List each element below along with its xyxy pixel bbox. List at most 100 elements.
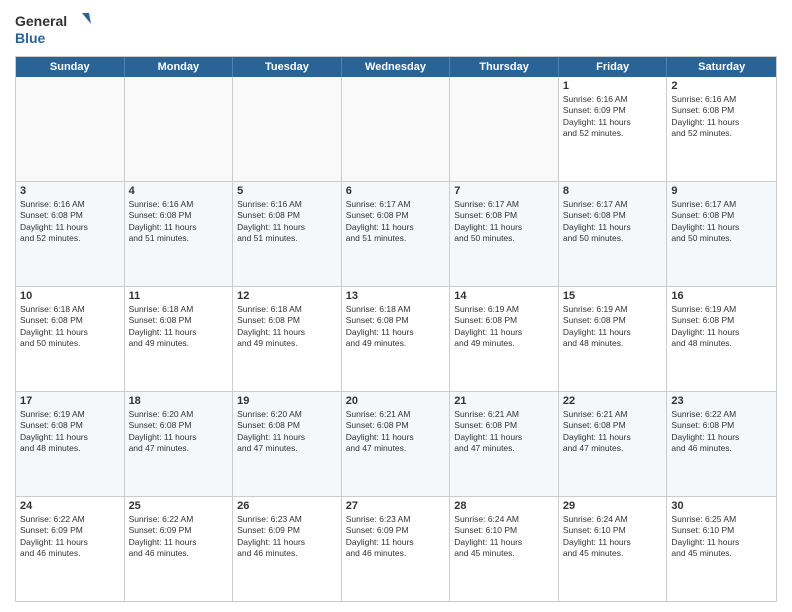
- calendar-cell: 4 Sunrise: 6:16 AM Sunset: 6:08 PM Daylig…: [125, 182, 234, 286]
- calendar-body: 1 Sunrise: 6:16 AM Sunset: 6:09 PM Daylig…: [16, 77, 776, 601]
- week-row-1: 1 Sunrise: 6:16 AM Sunset: 6:09 PM Daylig…: [16, 77, 776, 182]
- day-number: 1: [563, 80, 663, 92]
- day-number: 21: [454, 395, 554, 407]
- svg-text:General: General: [15, 13, 67, 29]
- day-info: Sunrise: 6:17 AM Sunset: 6:08 PM Dayligh…: [671, 199, 772, 245]
- logo-svg: General Blue: [15, 10, 95, 50]
- week-row-3: 10 Sunrise: 6:18 AM Sunset: 6:08 PM Dayli…: [16, 287, 776, 392]
- calendar-cell: 27Sunrise: 6:23 AM Sunset: 6:09 PM Dayli…: [342, 497, 451, 601]
- header-friday: Friday: [559, 57, 668, 77]
- calendar-cell: 29 Sunrise: 6:24 AM Sunset: 6:10 PM Dayli…: [559, 497, 668, 601]
- day-number: 9: [671, 185, 772, 197]
- day-info: Sunrise: 6:16 AM Sunset: 6:08 PM Dayligh…: [237, 199, 337, 245]
- calendar-cell: 22 Sunrise: 6:21 AM Sunset: 6:08 PM Dayli…: [559, 392, 668, 496]
- day-number: 2: [671, 80, 772, 92]
- day-info: Sunrise: 6:22 AM Sunset: 6:08 PM Dayligh…: [671, 409, 772, 455]
- day-number: 6: [346, 185, 446, 197]
- day-number: 5: [237, 185, 337, 197]
- day-number: 20: [346, 395, 446, 407]
- day-info: Sunrise: 6:23 AM Sunset: 6:09 PM Dayligh…: [346, 514, 446, 560]
- calendar-cell: 18Sunrise: 6:20 AM Sunset: 6:08 PM Dayli…: [125, 392, 234, 496]
- day-info: Sunrise: 6:16 AM Sunset: 6:09 PM Dayligh…: [563, 94, 663, 140]
- calendar-cell: 17Sunrise: 6:19 AM Sunset: 6:08 PM Dayli…: [16, 392, 125, 496]
- day-info: Sunrise: 6:20 AM Sunset: 6:08 PM Dayligh…: [237, 409, 337, 455]
- calendar-cell: 24 Sunrise: 6:22 AM Sunset: 6:09 PM Dayli…: [16, 497, 125, 601]
- day-number: 3: [20, 185, 120, 197]
- page: General Blue SundayMondayTuesdayWednesda…: [0, 0, 792, 612]
- day-info: Sunrise: 6:17 AM Sunset: 6:08 PM Dayligh…: [346, 199, 446, 245]
- day-info: Sunrise: 6:19 AM Sunset: 6:08 PM Dayligh…: [563, 304, 663, 350]
- calendar-cell: 5 Sunrise: 6:16 AM Sunset: 6:08 PM Daylig…: [233, 182, 342, 286]
- day-info: Sunrise: 6:22 AM Sunset: 6:09 PM Dayligh…: [20, 514, 120, 560]
- day-number: 17: [20, 395, 120, 407]
- day-info: Sunrise: 6:18 AM Sunset: 6:08 PM Dayligh…: [237, 304, 337, 350]
- day-number: 13: [346, 290, 446, 302]
- calendar-cell: 2 Sunrise: 6:16 AM Sunset: 6:08 PM Daylig…: [667, 77, 776, 181]
- calendar-cell: 13Sunrise: 6:18 AM Sunset: 6:08 PM Dayli…: [342, 287, 451, 391]
- header: General Blue: [15, 10, 777, 50]
- day-number: 4: [129, 185, 229, 197]
- day-info: Sunrise: 6:24 AM Sunset: 6:10 PM Dayligh…: [454, 514, 554, 560]
- day-number: 8: [563, 185, 663, 197]
- header-wednesday: Wednesday: [342, 57, 451, 77]
- calendar-cell: 14Sunrise: 6:19 AM Sunset: 6:08 PM Dayli…: [450, 287, 559, 391]
- calendar-cell: 3 Sunrise: 6:16 AM Sunset: 6:08 PM Daylig…: [16, 182, 125, 286]
- calendar-cell: [450, 77, 559, 181]
- day-number: 7: [454, 185, 554, 197]
- week-row-4: 17Sunrise: 6:19 AM Sunset: 6:08 PM Dayli…: [16, 392, 776, 497]
- day-info: Sunrise: 6:21 AM Sunset: 6:08 PM Dayligh…: [346, 409, 446, 455]
- day-info: Sunrise: 6:21 AM Sunset: 6:08 PM Dayligh…: [563, 409, 663, 455]
- calendar-cell: 26Sunrise: 6:23 AM Sunset: 6:09 PM Dayli…: [233, 497, 342, 601]
- header-saturday: Saturday: [667, 57, 776, 77]
- day-info: Sunrise: 6:22 AM Sunset: 6:09 PM Dayligh…: [129, 514, 229, 560]
- calendar-cell: 8 Sunrise: 6:17 AM Sunset: 6:08 PM Daylig…: [559, 182, 668, 286]
- day-info: Sunrise: 6:16 AM Sunset: 6:08 PM Dayligh…: [671, 94, 772, 140]
- header-monday: Monday: [125, 57, 234, 77]
- day-number: 10: [20, 290, 120, 302]
- calendar-cell: 19 Sunrise: 6:20 AM Sunset: 6:08 PM Dayli…: [233, 392, 342, 496]
- day-number: 18: [129, 395, 229, 407]
- day-number: 24: [20, 500, 120, 512]
- header-sunday: Sunday: [16, 57, 125, 77]
- calendar-cell: [125, 77, 234, 181]
- header-tuesday: Tuesday: [233, 57, 342, 77]
- logo: General Blue: [15, 10, 95, 50]
- calendar-cell: 20 Sunrise: 6:21 AM Sunset: 6:08 PM Dayli…: [342, 392, 451, 496]
- day-number: 28: [454, 500, 554, 512]
- day-number: 14: [454, 290, 554, 302]
- day-number: 12: [237, 290, 337, 302]
- day-number: 30: [671, 500, 772, 512]
- header-thursday: Thursday: [450, 57, 559, 77]
- day-number: 29: [563, 500, 663, 512]
- calendar-cell: 11Sunrise: 6:18 AM Sunset: 6:08 PM Dayli…: [125, 287, 234, 391]
- calendar-cell: 7 Sunrise: 6:17 AM Sunset: 6:08 PM Daylig…: [450, 182, 559, 286]
- day-number: 22: [563, 395, 663, 407]
- day-info: Sunrise: 6:17 AM Sunset: 6:08 PM Dayligh…: [563, 199, 663, 245]
- week-row-2: 3 Sunrise: 6:16 AM Sunset: 6:08 PM Daylig…: [16, 182, 776, 287]
- calendar-cell: 9 Sunrise: 6:17 AM Sunset: 6:08 PM Daylig…: [667, 182, 776, 286]
- day-number: 19: [237, 395, 337, 407]
- calendar-cell: 12 Sunrise: 6:18 AM Sunset: 6:08 PM Dayli…: [233, 287, 342, 391]
- calendar-cell: 28 Sunrise: 6:24 AM Sunset: 6:10 PM Dayli…: [450, 497, 559, 601]
- day-number: 26: [237, 500, 337, 512]
- calendar-cell: [16, 77, 125, 181]
- calendar-cell: 23Sunrise: 6:22 AM Sunset: 6:08 PM Dayli…: [667, 392, 776, 496]
- calendar-cell: 10 Sunrise: 6:18 AM Sunset: 6:08 PM Dayli…: [16, 287, 125, 391]
- day-number: 11: [129, 290, 229, 302]
- week-row-5: 24 Sunrise: 6:22 AM Sunset: 6:09 PM Dayli…: [16, 497, 776, 601]
- calendar-cell: [342, 77, 451, 181]
- calendar: SundayMondayTuesdayWednesdayThursdayFrid…: [15, 56, 777, 602]
- day-info: Sunrise: 6:16 AM Sunset: 6:08 PM Dayligh…: [129, 199, 229, 245]
- day-info: Sunrise: 6:25 AM Sunset: 6:10 PM Dayligh…: [671, 514, 772, 560]
- calendar-cell: 21 Sunrise: 6:21 AM Sunset: 6:08 PM Dayli…: [450, 392, 559, 496]
- svg-text:Blue: Blue: [15, 30, 46, 46]
- day-info: Sunrise: 6:21 AM Sunset: 6:08 PM Dayligh…: [454, 409, 554, 455]
- day-info: Sunrise: 6:17 AM Sunset: 6:08 PM Dayligh…: [454, 199, 554, 245]
- day-info: Sunrise: 6:16 AM Sunset: 6:08 PM Dayligh…: [20, 199, 120, 245]
- calendar-cell: 15Sunrise: 6:19 AM Sunset: 6:08 PM Dayli…: [559, 287, 668, 391]
- day-info: Sunrise: 6:18 AM Sunset: 6:08 PM Dayligh…: [20, 304, 120, 350]
- calendar-cell: [233, 77, 342, 181]
- day-number: 25: [129, 500, 229, 512]
- day-info: Sunrise: 6:24 AM Sunset: 6:10 PM Dayligh…: [563, 514, 663, 560]
- calendar-header-row: SundayMondayTuesdayWednesdayThursdayFrid…: [16, 57, 776, 77]
